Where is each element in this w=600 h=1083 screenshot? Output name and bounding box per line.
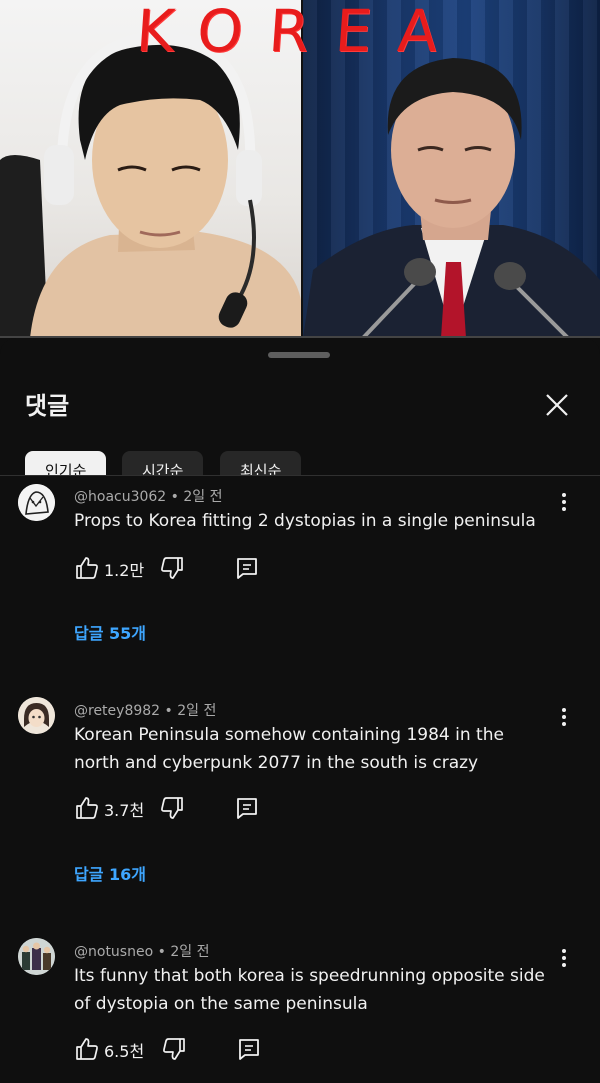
close-icon bbox=[546, 394, 568, 416]
comment-time: 2일 전 bbox=[183, 489, 223, 505]
comment-text: Its funny that both korea is speedrunnin… bbox=[74, 966, 545, 1014]
like-icon[interactable] bbox=[74, 1036, 100, 1062]
reply-icon[interactable] bbox=[236, 1036, 262, 1062]
sort-chip-newest[interactable]: 최신순 bbox=[220, 451, 302, 475]
dislike-icon[interactable] bbox=[159, 555, 185, 581]
comment-author[interactable]: @hoacu3062 bbox=[74, 489, 166, 505]
dislike-icon[interactable] bbox=[161, 1036, 187, 1062]
more-options-button[interactable] bbox=[553, 946, 575, 972]
like-icon[interactable] bbox=[74, 795, 100, 821]
comments-sheet: 댓글 인기순 시간순 최신순 @hoacu3062 • 2일 전 Props t… bbox=[0, 338, 600, 1083]
avatar[interactable] bbox=[18, 484, 55, 521]
avatar[interactable] bbox=[18, 938, 55, 975]
like-count: 3.7천 bbox=[104, 801, 145, 820]
reply-icon[interactable] bbox=[234, 555, 260, 581]
sort-chip-popular[interactable]: 인기순 bbox=[25, 451, 107, 475]
comment-meta: @hoacu3062 • 2일 전 bbox=[74, 489, 223, 505]
sort-chips: 인기순 시간순 최신순 bbox=[0, 448, 600, 475]
comment-time: 2일 전 bbox=[170, 944, 210, 960]
comment-meta: @notusneo • 2일 전 bbox=[74, 944, 210, 960]
like-icon[interactable] bbox=[74, 555, 100, 581]
like-count: 1.2만 bbox=[104, 561, 145, 580]
view-replies-link[interactable]: 답글 16개 bbox=[74, 861, 146, 885]
reply-icon[interactable] bbox=[234, 795, 260, 821]
view-replies-link[interactable]: 답글 55개 bbox=[74, 620, 146, 644]
close-button[interactable] bbox=[540, 388, 574, 422]
sheet-title: 댓글 bbox=[25, 392, 70, 420]
divider bbox=[0, 475, 600, 476]
comment-meta: @retey8982 • 2일 전 bbox=[74, 703, 217, 719]
drag-handle[interactable] bbox=[268, 352, 330, 358]
comment-text: Korean Peninsula somehow containing 1984… bbox=[74, 725, 504, 773]
more-options-button[interactable] bbox=[553, 705, 575, 731]
video-player[interactable]: KOREA bbox=[0, 0, 600, 338]
avatar[interactable] bbox=[18, 697, 55, 734]
comment-text: Props to Korea fitting 2 dystopias in a … bbox=[74, 511, 536, 531]
sort-chip-time[interactable]: 시간순 bbox=[122, 451, 204, 475]
video-overlay-text: KOREA bbox=[134, 0, 466, 65]
comment-author[interactable]: @retey8982 bbox=[74, 703, 160, 719]
dislike-icon[interactable] bbox=[159, 795, 185, 821]
like-count: 6.5천 bbox=[104, 1042, 145, 1061]
comment-time: 2일 전 bbox=[177, 703, 217, 719]
comment-author[interactable]: @notusneo bbox=[74, 944, 153, 960]
